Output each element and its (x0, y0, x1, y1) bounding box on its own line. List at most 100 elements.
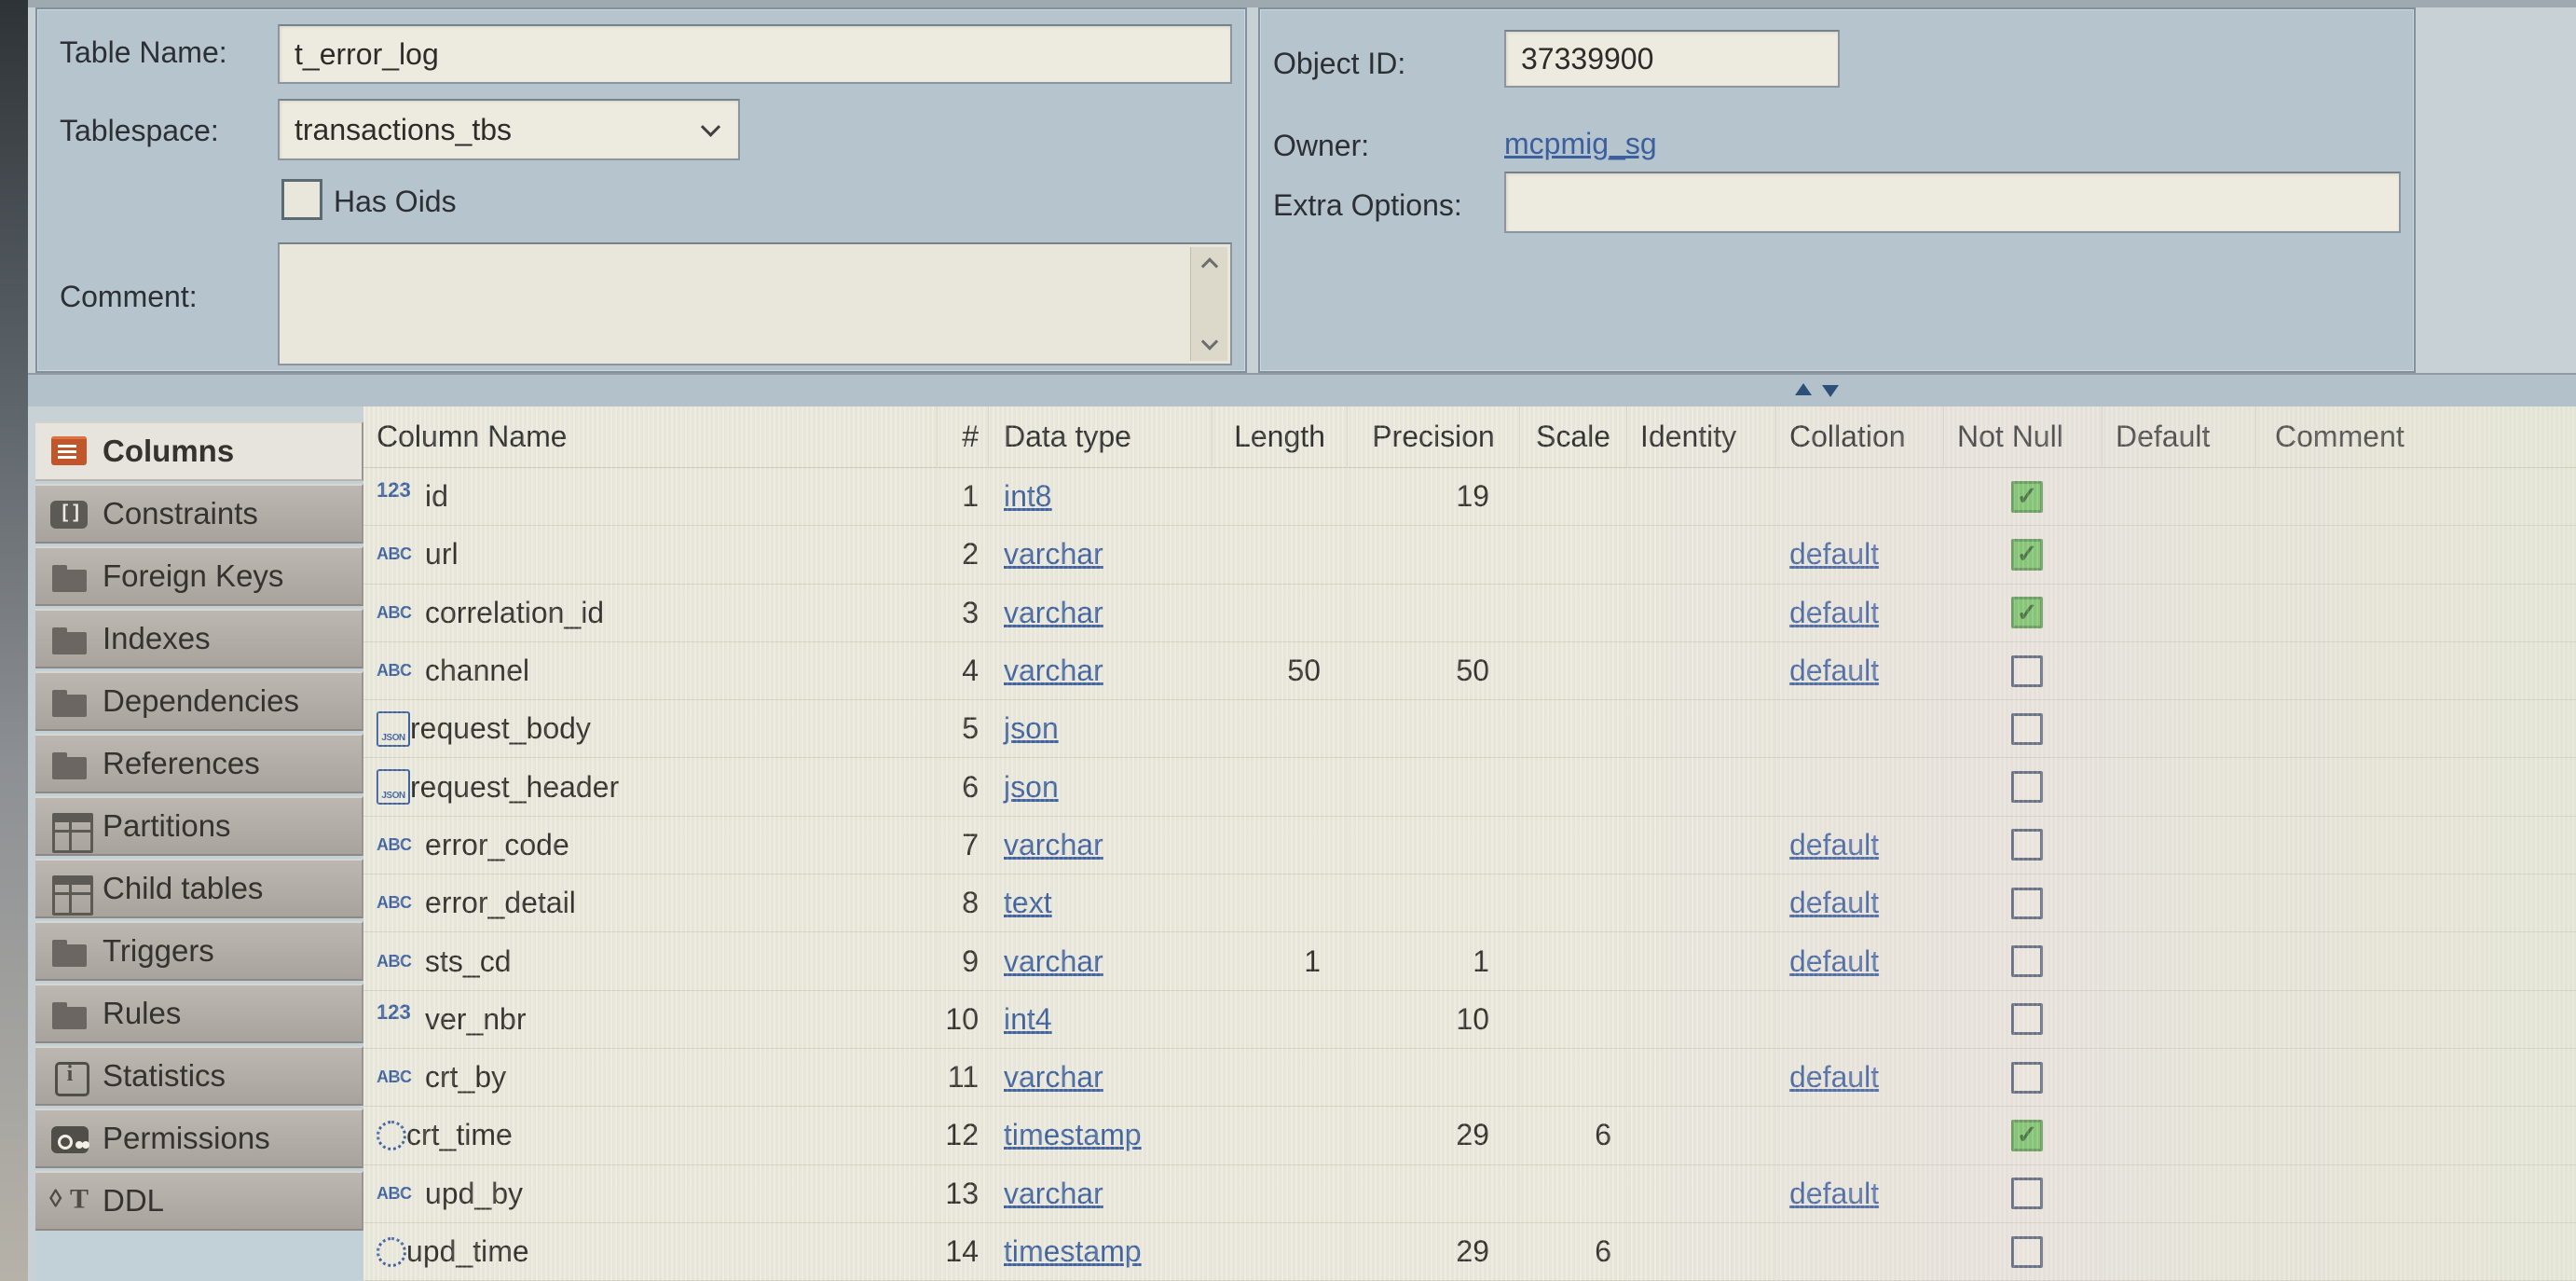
scroll-up-icon[interactable] (1200, 257, 1217, 274)
table-row-crt_time[interactable]: crt_time12timestamp296 (363, 1107, 2576, 1164)
header-num[interactable]: # (937, 406, 988, 467)
collation-link[interactable]: default (1789, 596, 1879, 630)
not-null-checkbox[interactable] (2011, 1120, 2043, 1151)
not-null-cell (1943, 932, 2102, 989)
sidebar-item-foreign-keys[interactable]: Foreign Keys (35, 546, 363, 606)
collation-link[interactable]: default (1789, 886, 1879, 920)
comment-scrollbar[interactable] (1190, 247, 1227, 361)
has-oids-checkbox[interactable] (281, 179, 322, 220)
data-type-link[interactable]: timestamp (1004, 1118, 1142, 1152)
precision-cell (1347, 817, 1519, 874)
collation-link[interactable]: default (1789, 828, 1879, 862)
not-null-checkbox[interactable] (2011, 771, 2043, 803)
not-null-checkbox[interactable] (2011, 655, 2043, 687)
tablespace-select[interactable]: transactions_tbs (278, 99, 740, 160)
table-row-ver_nbr[interactable]: 123ver_nbr10int410 (363, 991, 2576, 1049)
not-null-checkbox[interactable] (2011, 888, 2043, 919)
sidebar-item-permissions[interactable]: Permissions (35, 1109, 363, 1168)
data-type-link[interactable]: json (1004, 711, 1059, 746)
table-row-url[interactable]: ABCurl2varchardefault (363, 526, 2576, 584)
header-com[interactable]: Comment (2255, 406, 2576, 467)
data-type-link[interactable]: varchar (1004, 537, 1103, 572)
data-type-link[interactable]: timestamp (1004, 1234, 1142, 1269)
not-null-checkbox[interactable] (2011, 1062, 2043, 1094)
sidebar-item-references[interactable]: References (35, 734, 363, 793)
table-row-error_code[interactable]: ABCerror_code7varchardefault (363, 817, 2576, 875)
table-name-input[interactable]: t_error_log (278, 24, 1232, 84)
header-len[interactable]: Length (1212, 406, 1347, 467)
data-type-link[interactable]: int4 (1004, 1002, 1052, 1037)
data-type-link[interactable]: varchar (1004, 828, 1103, 862)
not-null-checkbox[interactable] (2011, 1236, 2043, 1268)
timestamp-type-icon (377, 1237, 406, 1267)
header-coll[interactable]: Collation (1775, 406, 1943, 467)
not-null-checkbox[interactable] (2011, 1178, 2043, 1209)
object-id-input[interactable]: 37339900 (1504, 30, 1840, 88)
data-type-link[interactable]: varchar (1004, 654, 1103, 688)
sidebar-item-constraints[interactable]: Constraints (35, 484, 363, 544)
app-window: Table Name: t_error_log Tablespace: tran… (0, 0, 2576, 1281)
header-nn[interactable]: Not Null (1943, 406, 2102, 467)
string-type-icon: ABC (377, 544, 425, 564)
sidebar-item-rules[interactable]: Rules (35, 984, 363, 1043)
sidebar-item-triggers[interactable]: Triggers (35, 921, 363, 981)
extra-options-input[interactable] (1504, 172, 2401, 233)
sidebar-item-indexes[interactable]: Indexes (35, 609, 363, 668)
object-id-label: Object ID: (1273, 47, 1405, 81)
not-null-checkbox[interactable] (2011, 945, 2043, 977)
scroll-down-icon[interactable] (1200, 333, 1217, 350)
header-dtype[interactable]: Data type (988, 406, 1212, 467)
header-prec[interactable]: Precision (1347, 406, 1519, 467)
owner-label: Owner: (1273, 129, 1369, 163)
sidebar-item-partitions[interactable]: Partitions (35, 796, 363, 856)
table-row-id[interactable]: 123id1int819 (363, 468, 2576, 526)
not-null-checkbox[interactable] (2011, 481, 2043, 513)
folder-icon (48, 681, 91, 722)
data-type-cell: varchar (988, 1165, 1212, 1222)
collation-link[interactable]: default (1789, 537, 1879, 572)
data-type-link[interactable]: varchar (1004, 1060, 1103, 1095)
data-type-link[interactable]: varchar (1004, 596, 1103, 630)
data-type-link[interactable]: int8 (1004, 479, 1052, 514)
table-row-upd_time[interactable]: upd_time14timestamp296 (363, 1223, 2576, 1281)
header-scale[interactable]: Scale (1519, 406, 1626, 467)
sidebar-item-columns[interactable]: Columns (35, 421, 363, 481)
collation-link[interactable]: default (1789, 654, 1879, 688)
sort-descending-icon[interactable] (1822, 385, 1839, 397)
sidebar-item-child-tables[interactable]: Child tables (35, 859, 363, 918)
not-null-checkbox[interactable] (2011, 1003, 2043, 1035)
not-null-checkbox[interactable] (2011, 829, 2043, 861)
not-null-checkbox[interactable] (2011, 539, 2043, 571)
collation-cell (1775, 1223, 1943, 1280)
collation-cell: default (1775, 817, 1943, 874)
not-null-checkbox[interactable] (2011, 713, 2043, 745)
data-type-cell: json (988, 700, 1212, 757)
header-ident[interactable]: Identity (1626, 406, 1775, 467)
table-row-correlation_id[interactable]: ABCcorrelation_id3varchardefault (363, 585, 2576, 642)
table-row-request_body[interactable]: JSONrequest_body5json (363, 700, 2576, 758)
data-type-link[interactable]: json (1004, 770, 1059, 805)
table-row-upd_by[interactable]: ABCupd_by13varchardefault (363, 1165, 2576, 1223)
collation-link[interactable]: default (1789, 944, 1879, 979)
sort-ascending-icon[interactable] (1795, 383, 1812, 395)
table-row-crt_by[interactable]: ABCcrt_by11varchardefault (363, 1049, 2576, 1107)
table-row-sts_cd[interactable]: ABCsts_cd9varchar11default (363, 932, 2576, 990)
sidebar-item-ddl[interactable]: DDL (35, 1171, 363, 1231)
table-row-request_header[interactable]: JSONrequest_header6json (363, 758, 2576, 816)
comment-cell (2255, 758, 2576, 815)
owner-link[interactable]: mcpmig_sg (1504, 127, 1657, 161)
sidebar-item-statistics[interactable]: Statistics (35, 1046, 363, 1106)
table-row-error_detail[interactable]: ABCerror_detail8textdefault (363, 875, 2576, 932)
header-def[interactable]: Default (2102, 406, 2255, 467)
data-type-link[interactable]: varchar (1004, 944, 1103, 979)
comment-textarea[interactable] (278, 242, 1232, 365)
table-row-channel[interactable]: ABCchannel4varchar5050default (363, 642, 2576, 700)
collation-link[interactable]: default (1789, 1177, 1879, 1211)
collation-link[interactable]: default (1789, 1060, 1879, 1095)
table-toolbar-strip (28, 373, 2576, 406)
header-name[interactable]: Column Name (363, 406, 937, 467)
not-null-checkbox[interactable] (2011, 597, 2043, 628)
data-type-link[interactable]: varchar (1004, 1177, 1103, 1211)
sidebar-item-dependencies[interactable]: Dependencies (35, 671, 363, 731)
data-type-link[interactable]: text (1004, 886, 1052, 920)
